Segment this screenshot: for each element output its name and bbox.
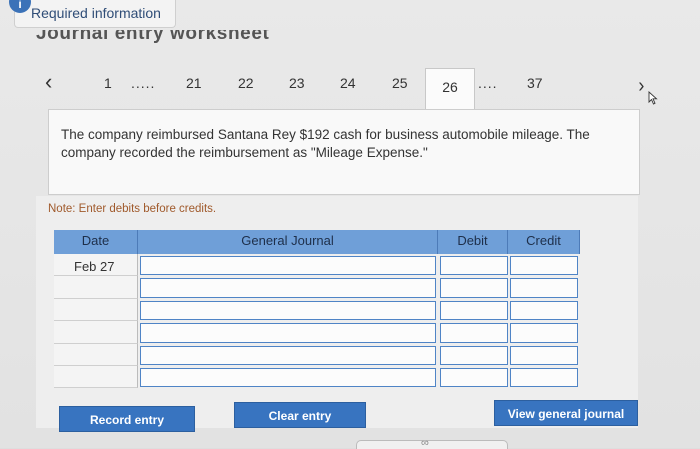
credit-input[interactable] bbox=[510, 300, 578, 321]
header-general-journal: General Journal bbox=[138, 230, 438, 254]
debit-input[interactable] bbox=[440, 345, 508, 365]
mouse-pointer-icon bbox=[648, 91, 658, 105]
clear-entry-button[interactable]: Clear entry bbox=[234, 402, 366, 428]
nav-item-23[interactable]: 23 bbox=[289, 75, 305, 91]
date-cell: Feb 27 bbox=[54, 254, 138, 277]
nav-item-22[interactable]: 22 bbox=[238, 75, 254, 91]
info-icon: i bbox=[9, 0, 31, 13]
required-information-label: Required information bbox=[31, 5, 161, 21]
credit-input[interactable] bbox=[510, 278, 578, 298]
debit-input[interactable] bbox=[440, 256, 508, 276]
credit-input[interactable] bbox=[510, 345, 578, 365]
credit-input[interactable] bbox=[510, 368, 578, 388]
debit-input[interactable] bbox=[440, 278, 508, 298]
nav-ellipsis-2: .... bbox=[478, 75, 498, 91]
date-cell[interactable] bbox=[54, 321, 138, 344]
date-cell[interactable] bbox=[54, 343, 138, 366]
transaction-description: The company reimbursed Santana Rey $192 … bbox=[61, 127, 590, 160]
debits-note: Note: Enter debits before credits. bbox=[48, 203, 217, 215]
debit-input[interactable] bbox=[440, 368, 508, 388]
chevron-left-icon[interactable]: ‹ bbox=[45, 69, 52, 95]
general-journal-input[interactable] bbox=[140, 368, 436, 388]
nav-item-37[interactable]: 37 bbox=[527, 75, 543, 91]
entry-navigation: ‹ 1 ..... 21 22 23 24 25 26 .... 37 bbox=[35, 64, 643, 111]
general-journal-input[interactable] bbox=[140, 345, 436, 365]
general-journal-input[interactable] bbox=[140, 323, 436, 343]
nav-item-1[interactable]: 1 bbox=[104, 75, 112, 91]
nav-item-25[interactable]: 25 bbox=[392, 75, 408, 91]
nav-ellipsis: ..... bbox=[131, 75, 156, 91]
screen: i Required information Journal entry wor… bbox=[0, 0, 700, 449]
general-journal-input[interactable] bbox=[140, 256, 436, 276]
date-cell[interactable] bbox=[54, 298, 138, 322]
header-credit: Credit bbox=[508, 230, 580, 254]
credit-input[interactable] bbox=[510, 323, 578, 343]
journal-table: Date General Journal Debit Credit Feb 27 bbox=[54, 230, 580, 389]
debit-input[interactable] bbox=[440, 300, 508, 321]
date-cell[interactable] bbox=[54, 276, 138, 299]
required-information-tab[interactable]: i Required information bbox=[9, 0, 176, 28]
nav-item-24[interactable]: 24 bbox=[340, 75, 356, 91]
general-journal-input[interactable] bbox=[140, 300, 436, 321]
header-date: Date bbox=[54, 230, 138, 254]
link-icon: ∞ bbox=[421, 437, 429, 449]
debit-input[interactable] bbox=[440, 323, 508, 343]
view-general-journal-button[interactable]: View general journal bbox=[494, 400, 638, 426]
nav-item-21[interactable]: 21 bbox=[186, 75, 202, 91]
date-cell[interactable] bbox=[54, 366, 138, 389]
header-debit: Debit bbox=[438, 230, 508, 254]
record-entry-button[interactable]: Record entry bbox=[59, 406, 195, 432]
transaction-description-panel: The company reimbursed Santana Rey $192 … bbox=[48, 109, 640, 195]
credit-input[interactable] bbox=[510, 256, 578, 276]
chevron-right-icon[interactable]: › bbox=[638, 75, 644, 98]
general-journal-input[interactable] bbox=[140, 278, 436, 298]
worksheet-title: Journal entry worksheet bbox=[36, 30, 270, 44]
nav-item-26-active[interactable]: 26 bbox=[425, 68, 475, 111]
